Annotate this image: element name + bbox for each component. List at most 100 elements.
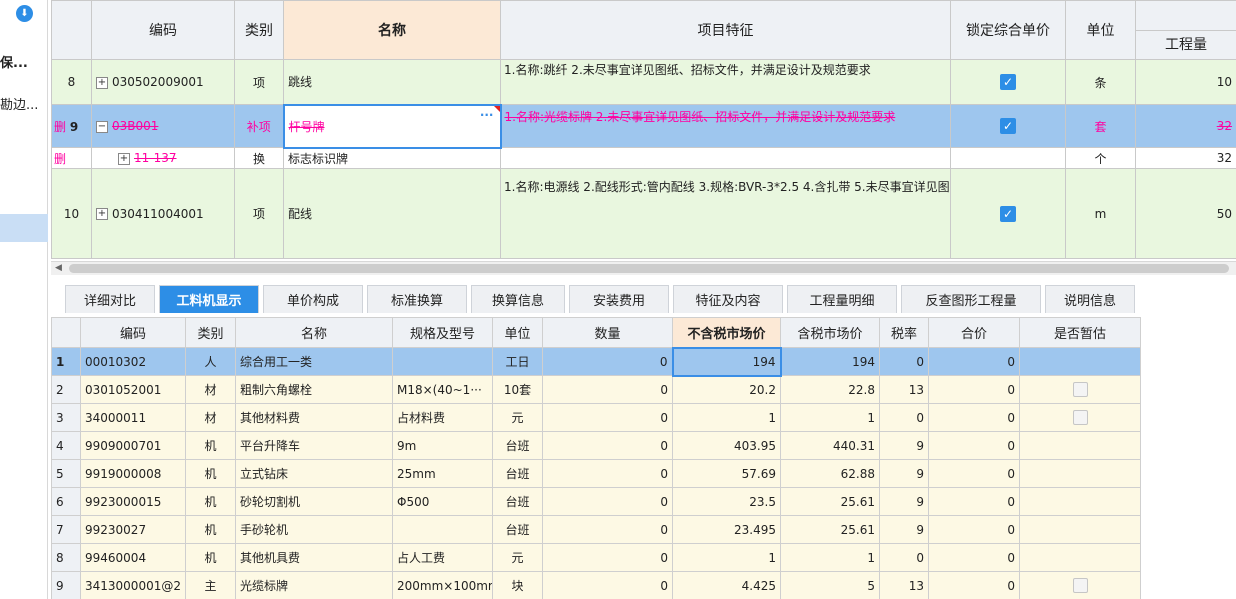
qty-cell[interactable]: 32 bbox=[1135, 104, 1236, 148]
type-cell[interactable]: 机 bbox=[185, 515, 236, 544]
name-cell[interactable]: 配线 bbox=[283, 168, 501, 259]
tentative-cell[interactable] bbox=[1019, 487, 1141, 516]
tax-rate-cell[interactable]: 9 bbox=[879, 459, 929, 488]
tab-quantity-detail[interactable]: 工程量明细 bbox=[787, 285, 897, 313]
tentative-cell[interactable] bbox=[1019, 347, 1141, 376]
sidebar-item-1[interactable]: 保... bbox=[0, 52, 48, 71]
type-cell[interactable]: 人 bbox=[185, 347, 236, 376]
qty-cell[interactable]: 0 bbox=[542, 515, 673, 544]
qty-cell[interactable]: 0 bbox=[542, 375, 673, 404]
tab-conversion-info[interactable]: 换算信息 bbox=[471, 285, 565, 313]
table-row[interactable]: 4 9909000701 机平台升降车 9m 台班 0 403.95 440.31 9 0 bbox=[51, 431, 1141, 460]
table-row[interactable]: 8 99460004 机其他机具费 占人工费元 0 1 1 0 0 bbox=[51, 543, 1141, 572]
lock-price-cell[interactable]: ✓ bbox=[950, 168, 1066, 259]
tax-rate-cell[interactable]: 0 bbox=[879, 347, 929, 376]
lock-price-cell[interactable] bbox=[950, 147, 1066, 169]
tax-rate-cell[interactable]: 13 bbox=[879, 571, 929, 599]
lock-price-cell[interactable]: ✓ bbox=[950, 104, 1066, 148]
horizontal-scrollbar[interactable]: ◀ bbox=[51, 261, 1236, 275]
type-cell[interactable]: 机 bbox=[185, 487, 236, 516]
spec-cell[interactable] bbox=[392, 515, 493, 544]
checkbox-unchecked-icon[interactable] bbox=[1072, 382, 1088, 397]
feature-cell[interactable] bbox=[500, 147, 951, 169]
price-incl-tax-cell[interactable]: 1 bbox=[780, 543, 880, 572]
code-cell[interactable]: 9919000008 bbox=[80, 459, 186, 488]
feature-cell[interactable]: 1.名称:跳纤 2.未尽事宜详见图纸、招标文件，并满足设计及规范要求 bbox=[500, 59, 951, 105]
code-cell[interactable]: 99230027 bbox=[80, 515, 186, 544]
price-incl-tax-cell[interactable]: 194 bbox=[780, 347, 880, 376]
tentative-cell[interactable] bbox=[1019, 571, 1141, 599]
download-circle-icon[interactable]: ⬇ bbox=[16, 5, 33, 22]
unit-cell[interactable]: 10套 bbox=[492, 375, 543, 404]
price-incl-tax-cell[interactable]: 25.61 bbox=[780, 515, 880, 544]
price-incl-tax-cell[interactable]: 1 bbox=[780, 403, 880, 432]
name-cell[interactable]: 其他机具费 bbox=[235, 543, 393, 572]
total-cell[interactable]: 0 bbox=[928, 487, 1020, 516]
unit-cell[interactable]: 块 bbox=[492, 571, 543, 599]
code-cell[interactable]: +11-137 bbox=[91, 147, 235, 169]
total-cell[interactable]: 0 bbox=[928, 459, 1020, 488]
name-cell[interactable]: 砂轮切割机 bbox=[235, 487, 393, 516]
code-cell[interactable]: 0301052001 bbox=[80, 375, 186, 404]
qty-cell[interactable]: 50 bbox=[1135, 168, 1236, 259]
tab-unit-price[interactable]: 单价构成 bbox=[263, 285, 363, 313]
type-cell[interactable]: 机 bbox=[185, 459, 236, 488]
qty-cell[interactable]: 0 bbox=[542, 347, 673, 376]
tentative-cell[interactable] bbox=[1019, 515, 1141, 544]
table-row[interactable]: 8 +030502009001 项 跳线 1.名称:跳纤 2.未尽事宜详见图纸、… bbox=[51, 59, 1236, 105]
code-cell[interactable]: +030411004001 bbox=[91, 168, 235, 259]
name-cell[interactable]: 其他材料费 bbox=[235, 403, 393, 432]
price-excl-tax-cell[interactable]: 23.5 bbox=[672, 487, 781, 516]
header-code[interactable]: 编码 bbox=[91, 0, 235, 60]
table-row[interactable]: 6 9923000015 机砂轮切割机 Φ500 台班 0 23.5 25.61 9 0 bbox=[51, 487, 1141, 516]
type-cell[interactable]: 材 bbox=[185, 403, 236, 432]
total-cell[interactable]: 0 bbox=[928, 375, 1020, 404]
total-cell[interactable]: 0 bbox=[928, 543, 1020, 572]
header-unit[interactable]: 单位 bbox=[492, 317, 543, 348]
scrollbar-thumb[interactable] bbox=[69, 264, 1229, 273]
checkbox-checked-icon[interactable]: ✓ bbox=[1000, 74, 1016, 90]
header-name[interactable]: 名称 bbox=[235, 317, 393, 348]
table-row[interactable]: 1 00010302 人综合用工一类 工日 0 194 194 0 0 bbox=[51, 346, 1141, 377]
type-cell[interactable]: 主 bbox=[185, 571, 236, 599]
spec-cell[interactable]: M18×(40~1··· bbox=[392, 375, 493, 404]
header-type[interactable]: 类别 bbox=[185, 317, 236, 348]
price-excl-tax-cell[interactable]: 194 bbox=[671, 346, 782, 377]
qty-cell[interactable]: 0 bbox=[542, 543, 673, 572]
price-incl-tax-cell[interactable]: 25.61 bbox=[780, 487, 880, 516]
price-excl-tax-cell[interactable]: 20.2 bbox=[672, 375, 781, 404]
unit-cell[interactable]: 套 bbox=[1065, 104, 1136, 148]
type-cell[interactable]: 机 bbox=[185, 543, 236, 572]
price-excl-tax-cell[interactable]: 1 bbox=[672, 543, 781, 572]
checkbox-checked-icon[interactable]: ✓ bbox=[1000, 205, 1016, 222]
code-cell[interactable]: 3413000001@2 bbox=[80, 571, 186, 599]
spec-cell[interactable]: 25mm bbox=[392, 459, 493, 488]
unit-cell[interactable]: 台班 bbox=[492, 459, 543, 488]
tab-standard-conversion[interactable]: 标准换算 bbox=[367, 285, 467, 313]
expand-icon[interactable]: + bbox=[118, 152, 130, 165]
checkbox-checked-icon[interactable]: ✓ bbox=[1000, 118, 1016, 134]
name-cell[interactable]: 平台升降车 bbox=[235, 431, 393, 460]
total-cell[interactable]: 0 bbox=[928, 403, 1020, 432]
code-cell[interactable]: −03B001 bbox=[91, 104, 235, 148]
tentative-cell[interactable] bbox=[1019, 431, 1141, 460]
header-qty[interactable]: 工程量 bbox=[1135, 0, 1236, 60]
scroll-left-arrow-icon[interactable]: ◀ bbox=[55, 262, 62, 275]
spec-cell[interactable]: 9m bbox=[392, 431, 493, 460]
header-name[interactable]: 名称 bbox=[283, 0, 501, 60]
type-cell[interactable]: 项 bbox=[234, 168, 284, 259]
total-cell[interactable]: 0 bbox=[928, 431, 1020, 460]
collapse-icon[interactable]: − bbox=[96, 120, 108, 133]
feature-cell[interactable]: 1.名称:电源线 2.配线形式:管内配线 3.规格:BVR-3*2.5 4.含扎… bbox=[500, 168, 951, 259]
expand-icon[interactable]: + bbox=[96, 76, 108, 89]
table-row[interactable]: 10 +030411004001 项 配线 1.名称:电源线 2.配线形式:管内… bbox=[51, 168, 1236, 259]
type-cell[interactable]: 材 bbox=[185, 375, 236, 404]
type-cell[interactable]: 机 bbox=[185, 431, 236, 460]
spec-cell[interactable]: 占材料费 bbox=[392, 403, 493, 432]
table-row[interactable]: 3 34000011 材其他材料费 占材料费元 0 1 1 0 0 bbox=[51, 403, 1141, 432]
table-row[interactable]: 删 +11-137 换 标志标识牌 个 32 bbox=[51, 147, 1236, 169]
tab-detail-compare[interactable]: 详细对比 bbox=[65, 285, 155, 313]
spec-cell[interactable]: 占人工费 bbox=[392, 543, 493, 572]
qty-cell[interactable]: 0 bbox=[542, 403, 673, 432]
header-code[interactable]: 编码 bbox=[80, 317, 186, 348]
